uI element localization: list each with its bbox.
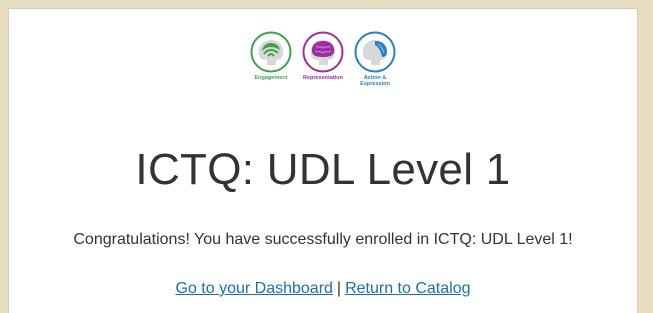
logo-label-action-expression: Action & Expression: [360, 75, 390, 87]
enrollment-confirmation-message: Congratulations! You have successfully e…: [73, 231, 573, 248]
udl-logo-group: Engagement Representation Action & Expre…: [9, 31, 637, 87]
page-title: ICTQ: UDL Level 1: [135, 145, 511, 194]
logo-engagement: Engagement: [248, 31, 294, 87]
action-expression-brain-icon: [354, 31, 396, 73]
representation-brain-icon: [302, 31, 344, 73]
link-separator: |: [336, 280, 342, 297]
logo-label-engagement: Engagement: [254, 75, 288, 81]
logo-action-expression: Action & Expression: [352, 31, 398, 87]
engagement-brain-icon: [250, 31, 292, 73]
catalog-link[interactable]: Return to Catalog: [345, 280, 470, 297]
logo-representation: Representation: [300, 31, 346, 87]
dashboard-link[interactable]: Go to your Dashboard: [176, 280, 333, 297]
enrollment-card: Engagement Representation Action & Expre…: [8, 8, 638, 313]
logo-label-representation: Representation: [302, 75, 344, 81]
navigation-links: Go to your Dashboard | Return to Catalog: [9, 280, 637, 298]
